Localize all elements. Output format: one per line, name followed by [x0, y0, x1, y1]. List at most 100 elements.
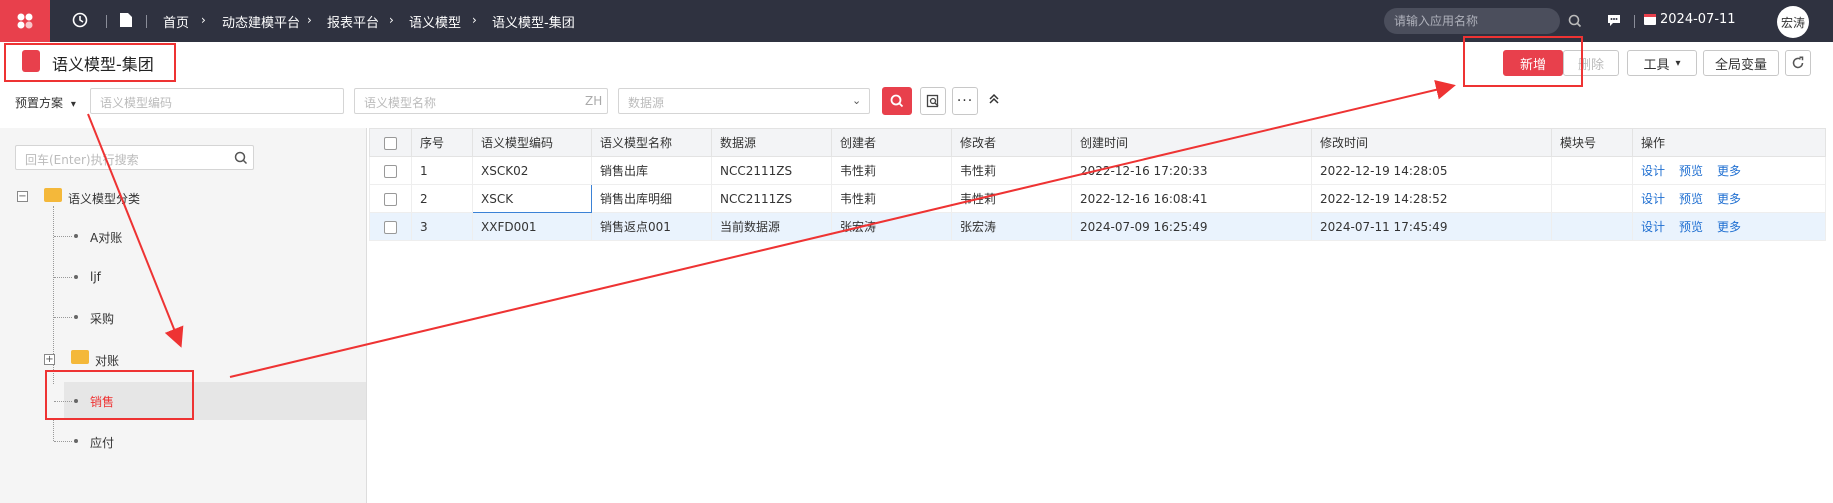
cell-no: 1 — [411, 156, 473, 185]
cell-code[interactable]: XSCK02 — [472, 156, 592, 185]
cell-datasource[interactable]: 当前数据源 — [711, 212, 832, 241]
refresh-icon[interactable] — [1785, 50, 1811, 76]
design-link[interactable]: 设计 — [1641, 192, 1665, 206]
collapse-toggle-icon[interactable]: − — [17, 191, 28, 202]
cell-name[interactable]: 销售出库 — [591, 156, 712, 185]
cell-module[interactable] — [1551, 156, 1633, 185]
more-link[interactable]: 更多 — [1717, 164, 1741, 178]
tools-dropdown-button[interactable]: 工具 ▾ — [1627, 50, 1697, 76]
code-filter-input[interactable]: 语义模型编码 — [90, 88, 344, 114]
tree-item-ljf[interactable]: ljf — [90, 270, 101, 284]
column-header: 操作 — [1632, 128, 1826, 157]
chevron-down-icon: ⌄ — [852, 94, 862, 107]
select-all-checkbox[interactable] — [369, 128, 412, 157]
cell-name[interactable]: 销售出库明细 — [591, 184, 712, 213]
search-button[interactable] — [882, 87, 912, 115]
column-header[interactable]: 修改时间 — [1311, 128, 1552, 157]
row-checkbox[interactable] — [369, 212, 412, 241]
cell-creator[interactable]: 韦性莉 — [831, 156, 952, 185]
cell-modified[interactable]: 2022-12-19 14:28:52 — [1311, 184, 1552, 213]
cell-modified[interactable]: 2024-07-11 17:45:49 — [1311, 212, 1552, 241]
preview-link[interactable]: 预览 — [1679, 220, 1703, 234]
app-search-input[interactable] — [1394, 12, 1534, 30]
more-link[interactable]: 更多 — [1717, 192, 1741, 206]
name-filter-input[interactable]: 语义模型名称 ZH — [354, 88, 608, 114]
cell-created[interactable]: 2022-12-16 17:20:33 — [1071, 156, 1312, 185]
tree-guide-line — [54, 441, 72, 442]
table-row[interactable]: 2 XSCK 销售出库明细 NCC2111ZS 韦性莉 韦性莉 2022-12-… — [369, 184, 1826, 213]
tree-item-payable[interactable]: 应付 — [90, 434, 114, 451]
history-icon[interactable] — [72, 12, 90, 30]
design-link[interactable]: 设计 — [1641, 164, 1665, 178]
cell-name[interactable]: 销售返点001 — [591, 212, 712, 241]
preset-scheme-dropdown[interactable]: 预置方案 ▾ — [15, 94, 76, 111]
name-filter-placeholder: 语义模型名称 — [364, 96, 437, 110]
current-date: 2024-07-11 — [1660, 12, 1736, 27]
preview-link[interactable]: 预览 — [1679, 164, 1703, 178]
cell-creator[interactable]: 张宏涛 — [831, 212, 952, 241]
cell-modified[interactable]: 2022-12-19 14:28:05 — [1311, 156, 1552, 185]
search-icon[interactable] — [1568, 14, 1582, 28]
tree-item-a-reconcile[interactable]: A对账 — [90, 229, 122, 246]
folder-icon — [71, 350, 89, 364]
row-checkbox[interactable] — [369, 156, 412, 185]
document-icon[interactable] — [119, 12, 137, 30]
tree-search-box[interactable]: 回车(Enter)执行搜索 — [15, 145, 254, 170]
cell-modifier[interactable]: 韦性莉 — [951, 184, 1072, 213]
preview-link[interactable]: 预览 — [1679, 192, 1703, 206]
cell-datasource[interactable]: NCC2111ZS — [711, 156, 832, 185]
cell-modifier[interactable]: 韦性莉 — [951, 156, 1072, 185]
app-logo-icon[interactable] — [0, 0, 50, 42]
search-icon[interactable] — [234, 151, 248, 165]
more-icon[interactable]: ··· — [952, 87, 978, 115]
breadcrumb-report-platform[interactable]: 报表平台 — [327, 12, 379, 31]
column-header[interactable]: 语义模型编码 — [472, 128, 592, 157]
tree-item-purchase[interactable]: 采购 — [90, 310, 114, 327]
table-row[interactable]: 3 XXFD001 销售返点001 当前数据源 张宏涛 张宏涛 2024-07-… — [369, 212, 1826, 241]
language-suffix[interactable]: ZH — [585, 94, 602, 108]
column-header: 序号 — [411, 128, 473, 157]
preset-scheme-label: 预置方案 — [15, 96, 64, 110]
breadcrumb-dynamic-modeling[interactable]: 动态建模平台 — [222, 12, 300, 31]
column-header[interactable]: 修改者 — [951, 128, 1072, 157]
tree-guide-line — [54, 277, 72, 278]
chevron-down-icon: ▾ — [70, 99, 76, 110]
column-header[interactable]: 数据源 — [711, 128, 832, 157]
message-icon[interactable] — [1606, 12, 1624, 30]
cell-module[interactable] — [1551, 212, 1633, 241]
collapse-up-icon[interactable] — [987, 92, 1001, 110]
design-link[interactable]: 设计 — [1641, 220, 1665, 234]
expand-toggle-icon[interactable]: + — [44, 354, 55, 365]
column-header[interactable]: 模块号 — [1551, 128, 1633, 157]
leaf-bullet-icon — [74, 315, 78, 319]
cell-created[interactable]: 2024-07-09 16:25:49 — [1071, 212, 1312, 241]
datasource-placeholder: 数据源 — [628, 96, 665, 110]
semantic-model-table: 序号 语义模型编码 语义模型名称 数据源 创建者 修改者 创建时间 修改时间 模… — [369, 128, 1826, 241]
cell-module[interactable] — [1551, 184, 1633, 213]
cell-modifier[interactable]: 张宏涛 — [951, 212, 1072, 241]
cell-creator[interactable]: 韦性莉 — [831, 184, 952, 213]
tree-guide-line — [53, 420, 54, 441]
column-header[interactable]: 创建者 — [831, 128, 952, 157]
tree-guide-line — [54, 317, 72, 318]
cell-datasource[interactable]: NCC2111ZS — [711, 184, 832, 213]
cell-created[interactable]: 2022-12-16 16:08:41 — [1071, 184, 1312, 213]
column-header[interactable]: 创建时间 — [1071, 128, 1312, 157]
calendar-icon[interactable] — [1643, 12, 1661, 30]
global-variables-button[interactable]: 全局变量 — [1703, 50, 1779, 76]
breadcrumb-semantic-model[interactable]: 语义模型 — [409, 12, 461, 31]
cell-code[interactable]: XSCK — [472, 184, 592, 213]
tree-root-label[interactable]: 语义模型分类 — [68, 190, 140, 207]
row-checkbox[interactable] — [369, 184, 412, 213]
advanced-search-icon[interactable] — [920, 87, 946, 115]
breadcrumb-home[interactable]: 首页 — [163, 12, 189, 31]
tree-item-reconcile[interactable]: 对账 — [95, 352, 119, 369]
cell-code[interactable]: XXFD001 — [472, 212, 592, 241]
user-avatar[interactable]: 宏涛 — [1777, 6, 1809, 38]
table-row[interactable]: 1 XSCK02 销售出库 NCC2111ZS 韦性莉 韦性莉 2022-12-… — [369, 156, 1826, 185]
more-link[interactable]: 更多 — [1717, 220, 1741, 234]
column-header[interactable]: 语义模型名称 — [591, 128, 712, 157]
datasource-select[interactable]: 数据源 ⌄ — [618, 88, 870, 114]
chevron-right-icon: › — [307, 13, 312, 27]
app-search-box[interactable] — [1384, 8, 1582, 34]
